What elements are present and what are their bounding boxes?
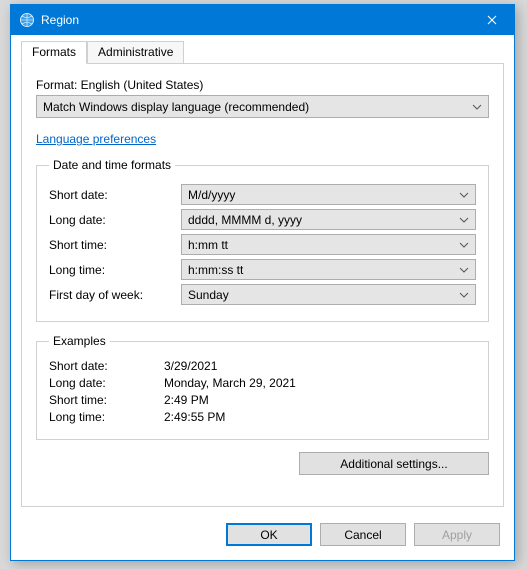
close-icon (487, 15, 497, 25)
tab-formats[interactable]: Formats (21, 41, 87, 64)
additional-settings-button[interactable]: Additional settings... (299, 452, 489, 475)
tab-strip: Formats Administrative (11, 35, 514, 63)
ex-long-date-value: Monday, March 29, 2021 (164, 376, 296, 390)
ok-label: OK (260, 528, 277, 542)
ex-short-date-value: 3/29/2021 (164, 359, 217, 373)
window-title: Region (41, 13, 469, 27)
ok-button[interactable]: OK (226, 523, 312, 546)
first-day-value: Sunday (188, 288, 229, 302)
chevron-down-icon (459, 192, 469, 198)
short-date-value: M/d/yyyy (188, 188, 235, 202)
format-label: Format: English (United States) (36, 78, 489, 92)
language-preferences-link[interactable]: Language preferences (36, 132, 156, 146)
tab-administrative[interactable]: Administrative (87, 41, 184, 63)
short-time-select[interactable]: h:mm tt (181, 234, 476, 255)
short-date-select[interactable]: M/d/yyyy (181, 184, 476, 205)
ex-short-time-label: Short time: (49, 393, 164, 407)
apply-label: Apply (442, 528, 472, 542)
format-select-value: Match Windows display language (recommen… (43, 100, 309, 114)
tab-administrative-label: Administrative (98, 45, 173, 59)
cancel-label: Cancel (344, 528, 381, 542)
date-time-formats-group: Date and time formats Short date: M/d/yy… (36, 158, 489, 322)
chevron-down-icon (459, 267, 469, 273)
globe-icon (19, 12, 35, 28)
ex-short-date-label: Short date: (49, 359, 164, 373)
close-button[interactable] (469, 5, 514, 35)
long-time-select[interactable]: h:mm:ss tt (181, 259, 476, 280)
tab-body: Format: English (United States) Match Wi… (21, 63, 504, 507)
dialog-buttons: OK Cancel Apply (11, 515, 514, 560)
titlebar: Region (11, 5, 514, 35)
short-time-label: Short time: (49, 238, 181, 252)
region-dialog: Region Formats Administrative Format: En… (10, 4, 515, 561)
long-date-label: Long date: (49, 213, 181, 227)
long-time-label: Long time: (49, 263, 181, 277)
examples-group: Examples Short date: 3/29/2021 Long date… (36, 334, 489, 440)
ex-long-date-label: Long date: (49, 376, 164, 390)
format-select[interactable]: Match Windows display language (recommen… (36, 95, 489, 118)
short-time-value: h:mm tt (188, 238, 228, 252)
date-time-formats-legend: Date and time formats (49, 158, 175, 172)
chevron-down-icon (472, 104, 482, 110)
chevron-down-icon (459, 292, 469, 298)
short-date-label: Short date: (49, 188, 181, 202)
long-time-value: h:mm:ss tt (188, 263, 243, 277)
first-day-label: First day of week: (49, 288, 181, 302)
examples-legend: Examples (49, 334, 110, 348)
tab-formats-label: Formats (32, 45, 76, 59)
ex-long-time-label: Long time: (49, 410, 164, 424)
apply-button[interactable]: Apply (414, 523, 500, 546)
first-day-select[interactable]: Sunday (181, 284, 476, 305)
long-date-value: dddd, MMMM d, yyyy (188, 213, 302, 227)
ex-long-time-value: 2:49:55 PM (164, 410, 225, 424)
chevron-down-icon (459, 217, 469, 223)
long-date-select[interactable]: dddd, MMMM d, yyyy (181, 209, 476, 230)
additional-settings-label: Additional settings... (340, 457, 447, 471)
ex-short-time-value: 2:49 PM (164, 393, 209, 407)
cancel-button[interactable]: Cancel (320, 523, 406, 546)
chevron-down-icon (459, 242, 469, 248)
